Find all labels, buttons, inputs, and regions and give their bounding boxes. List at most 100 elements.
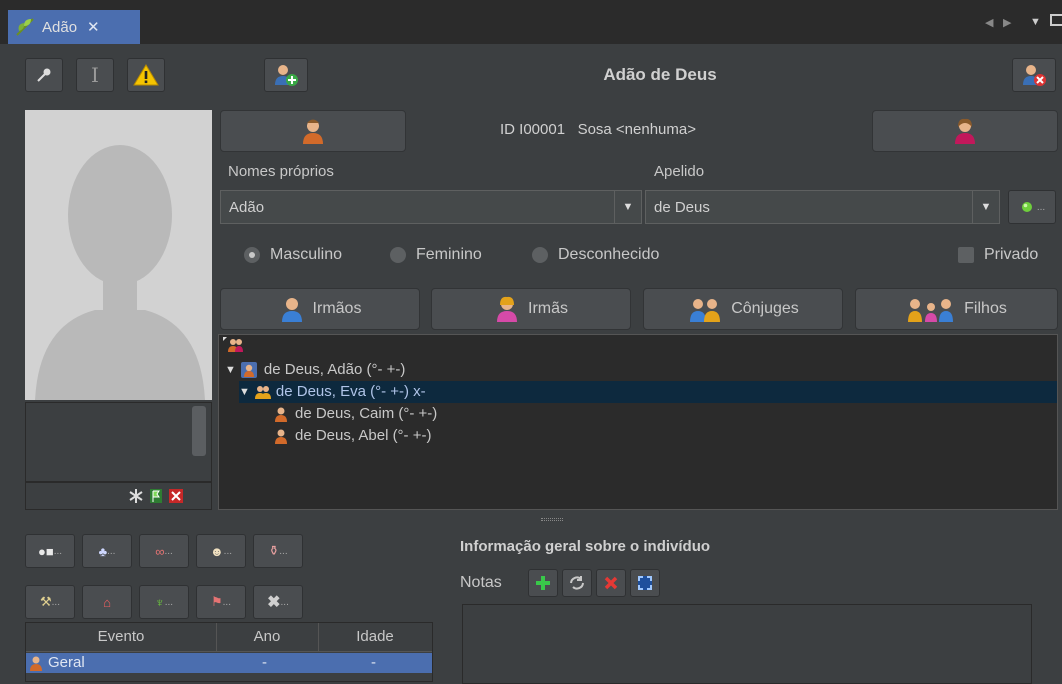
couple-icon: [690, 299, 721, 322]
event-military-button[interactable]: ⚑...: [196, 585, 246, 619]
urn-icon: ⚱: [268, 543, 280, 558]
table-row[interactable]: Geral - -: [26, 653, 432, 673]
brother-icon: [281, 298, 302, 322]
scroll-right-icon[interactable]: ▶: [1003, 16, 1011, 29]
event-death-button[interactable]: ☻...: [196, 534, 246, 568]
tab-bar: [0, 0, 1062, 44]
tree-node-spouse[interactable]: ▼ de Deus, Eva (°- +-) x-: [239, 381, 1057, 403]
private-checkbox[interactable]: Privado: [958, 246, 1038, 264]
skull-icon: ☻: [209, 543, 224, 559]
family-icon: [908, 299, 954, 322]
rings-icon: ∞: [155, 543, 165, 559]
delete-icon: [604, 576, 618, 590]
event-emigration-button[interactable]: ♆...: [139, 585, 189, 619]
scrollbar-thumb[interactable]: [192, 406, 206, 456]
flag-icon: [150, 489, 162, 503]
radio-selected-icon: [244, 247, 260, 263]
photo-remove-button[interactable]: [168, 487, 184, 505]
mother-button[interactable]: [872, 110, 1058, 152]
notes-label: Notas: [460, 574, 502, 591]
chevron-down-icon[interactable]: ▼: [972, 191, 999, 223]
sister-icon: [497, 296, 517, 322]
link-tool-button[interactable]: [25, 58, 63, 92]
person-icon: [275, 407, 287, 422]
event-other-button[interactable]: ✖...: [253, 585, 303, 619]
share-note-button[interactable]: [562, 569, 592, 597]
expand-icon[interactable]: ▼: [239, 381, 250, 403]
event-marriage-button[interactable]: ∞...: [139, 534, 189, 568]
surname-value: de Deus: [654, 198, 710, 216]
event-residence-button[interactable]: ⌂: [82, 585, 132, 619]
family-tree[interactable]: ▼ de Deus, Adão (°- +-) ▼ de Deus, Eva (…: [218, 334, 1058, 510]
plus-icon: [536, 576, 550, 590]
age-cell: -: [371, 654, 376, 671]
sisters-button[interactable]: Irmãs: [431, 288, 631, 330]
tree-node-person[interactable]: ▼ de Deus, Adão (°- +-): [225, 359, 405, 381]
events-table[interactable]: Evento Ano Idade Geral - -: [25, 622, 433, 682]
grip-icon[interactable]: [541, 518, 563, 521]
warning-icon: [133, 64, 159, 86]
add-person-button[interactable]: [264, 58, 308, 92]
refresh-icon: [570, 576, 584, 590]
delete-icon: [169, 489, 183, 503]
tree-root-icon: [223, 337, 243, 352]
event-baptism-button[interactable]: ♣...: [82, 534, 132, 568]
female-person-icon: [955, 118, 975, 144]
person-id: ID I00001 Sosa <nenhuma>: [500, 118, 820, 142]
chevron-down-icon[interactable]: ▼: [1030, 16, 1041, 28]
baptism-icon: ♣: [98, 543, 108, 559]
tree-node-child[interactable]: de Deus, Caim (°- +-): [273, 403, 437, 425]
father-button[interactable]: [220, 110, 406, 152]
surname-field[interactable]: de Deus ▼: [645, 190, 1000, 224]
scroll-left-icon[interactable]: ◀: [985, 16, 993, 29]
male-person-icon: [303, 119, 323, 144]
delete-note-button[interactable]: [596, 569, 626, 597]
column-header-year[interactable]: Ano: [216, 623, 319, 652]
palm-icon: ♆: [154, 594, 165, 610]
close-icon[interactable]: ✕: [87, 18, 100, 36]
house-icon: ⌂: [103, 594, 111, 610]
silhouette-icon: [35, 145, 205, 400]
gender-female-radio[interactable]: Feminino: [390, 246, 482, 264]
maximize-icon[interactable]: [1050, 14, 1062, 26]
text-tool-button[interactable]: I: [76, 58, 114, 92]
search-icon: [1021, 202, 1032, 212]
search-surname-button[interactable]: ...: [1008, 190, 1056, 224]
page-title: Adão de Deus: [603, 65, 717, 84]
column-header-age[interactable]: Idade: [318, 623, 432, 652]
notes-area[interactable]: [462, 604, 1032, 684]
id-label: ID I00001: [500, 121, 566, 138]
brothers-button[interactable]: Irmãos: [220, 288, 420, 330]
given-names-value: Adão: [229, 198, 265, 216]
given-names-field[interactable]: Adão ▼: [220, 190, 642, 224]
chevron-down-icon[interactable]: ▼: [614, 191, 641, 223]
given-names-label: Nomes próprios: [228, 163, 334, 180]
children-button[interactable]: Filhos: [855, 288, 1058, 330]
gender-unknown-radio[interactable]: Desconhecido: [532, 246, 659, 264]
asterisk-icon: [129, 489, 143, 503]
leaf-icon: [16, 18, 34, 36]
tab-adao[interactable]: Adão ✕: [8, 10, 140, 44]
column-header-event[interactable]: Evento: [26, 623, 217, 652]
spouses-button[interactable]: Cônjuges: [643, 288, 843, 330]
gender-male-radio[interactable]: Masculino: [244, 246, 342, 264]
expand-notes-button[interactable]: [630, 569, 660, 597]
radio-icon: [390, 247, 406, 263]
event-burial-button[interactable]: ⚱...: [253, 534, 303, 568]
birth-icon: ●■: [37, 543, 54, 559]
photo-default-button[interactable]: [148, 487, 164, 505]
delete-person-button[interactable]: [1012, 58, 1056, 92]
event-occupation-button[interactable]: ⚒...: [25, 585, 75, 619]
splitter[interactable]: [0, 515, 1062, 527]
person-photo[interactable]: [25, 110, 212, 400]
photo-settings-button[interactable]: [128, 487, 144, 505]
warning-button[interactable]: [127, 58, 165, 92]
checkbox-icon: [958, 247, 974, 263]
event-birth-button[interactable]: ●■...: [25, 534, 75, 568]
add-note-button[interactable]: [528, 569, 558, 597]
sosa-label: Sosa <nenhuma>: [577, 121, 696, 138]
photo-list[interactable]: [25, 402, 212, 482]
expand-icon[interactable]: ▼: [225, 359, 236, 381]
tree-node-child[interactable]: de Deus, Abel (°- +-): [273, 425, 431, 447]
person-icon: [240, 362, 257, 378]
